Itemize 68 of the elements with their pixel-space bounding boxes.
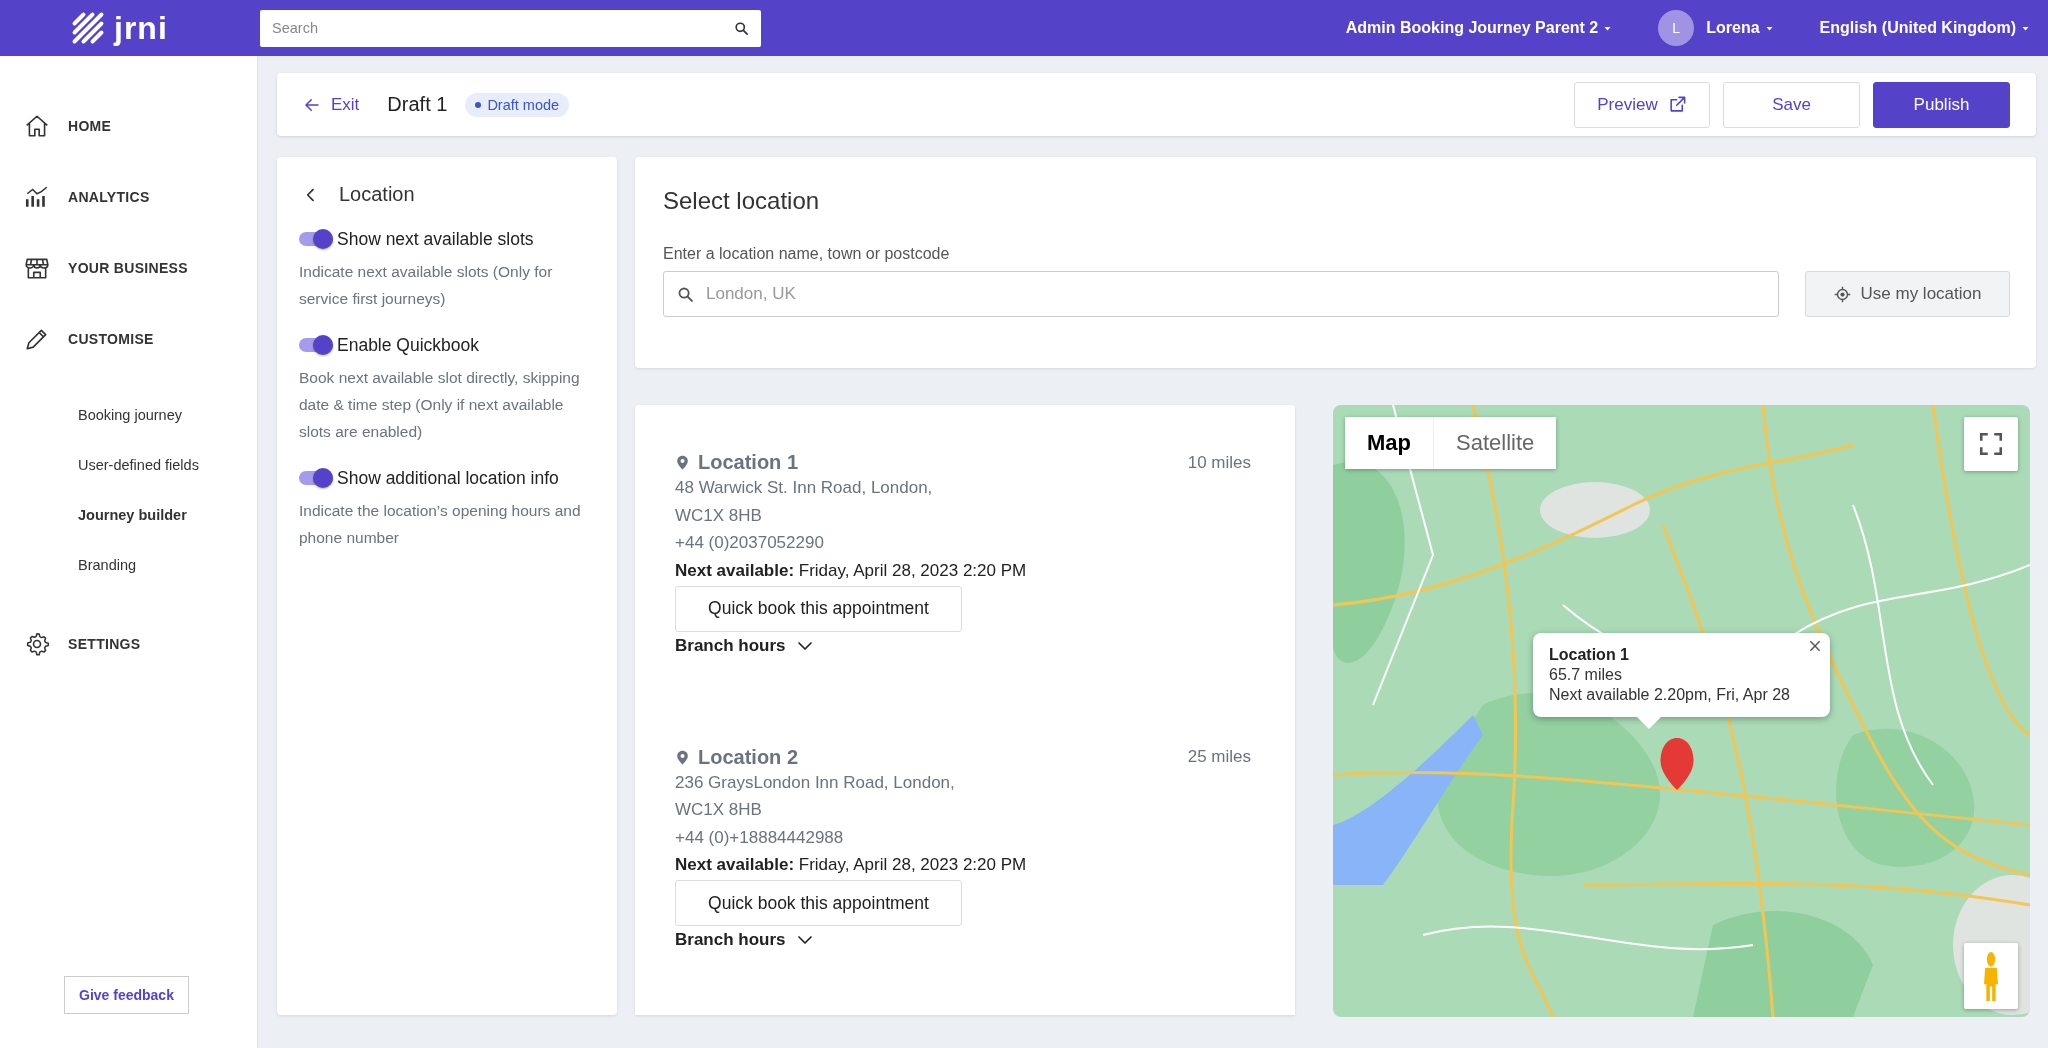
map-type-tab[interactable]: Satellite — [1433, 417, 1557, 469]
nav-subitem[interactable]: User-defined fields — [78, 440, 257, 490]
phone-number: +44 (0)2037052290 — [675, 532, 825, 554]
use-location-button[interactable]: Use my location — [1805, 271, 2010, 317]
status-badge: Draft mode — [465, 92, 570, 117]
user-dropdown[interactable]: Lorena — [1706, 19, 1774, 37]
search-field[interactable]: Search — [260, 9, 761, 47]
toggle-switch[interactable] — [299, 467, 333, 489]
search-icon — [677, 286, 694, 303]
section-title: Select location — [663, 187, 821, 215]
setting-description: Indicate the location’s opening hours and phone number — [299, 501, 582, 548]
location-name: Location 1 — [698, 451, 798, 474]
popup-distance: 65.7 miles — [1549, 665, 1623, 685]
next-available-text: Next available: Friday, April 28, 2023 2:20 PM — [675, 559, 1028, 582]
address-line: WC1X 8HB — [675, 504, 763, 527]
logo-stripes-icon — [70, 10, 106, 46]
save-button[interactable]: Save — [1723, 81, 1860, 128]
address-line: 236 GraysLondon Inn Road, London, — [675, 771, 956, 794]
external-link-icon — [1667, 95, 1687, 114]
logo-text: jrni — [114, 9, 168, 47]
popup-title: Location 1 — [1549, 645, 1630, 665]
nav-item[interactable]: YOUR BUSINESS — [68, 259, 188, 276]
map-pin-icon — [1659, 738, 1695, 790]
distance-text: 25 miles — [1187, 747, 1251, 767]
preview-button[interactable]: Preview — [1574, 81, 1710, 128]
setting-label: Enable Quickbook — [337, 334, 480, 356]
branch-hours-toggle[interactable]: Branch hours — [675, 930, 814, 950]
account-dropdown[interactable]: Admin Booking Journey Parent 2 — [1345, 19, 1613, 37]
publish-button[interactable]: Publish — [1873, 81, 2010, 128]
fullscreen-icon — [1978, 431, 2004, 457]
nav-item[interactable]: HOME — [68, 117, 112, 134]
nav-item[interactable]: SETTINGS — [68, 635, 141, 652]
setting-label: Show additional location info — [337, 467, 559, 489]
nav-subitem[interactable]: Journey builder — [78, 490, 257, 540]
feedback-button[interactable]: Give feedback — [64, 976, 189, 1014]
location-search-field[interactable]: London, UK — [663, 271, 1779, 317]
exit-link[interactable]: Exit — [303, 94, 360, 115]
map-type-tab[interactable]: Map — [1345, 417, 1433, 469]
next-available-text: Next available: Friday, April 28, 2023 2:20 PM — [675, 854, 1028, 876]
popup-next-available: Next available 2.20pm, Fri, Apr 28 — [1549, 685, 1790, 705]
fullscreen-button[interactable] — [1964, 417, 2018, 471]
close-button[interactable] — [1808, 639, 1822, 653]
quick-book-button[interactable]: Quick book this appointment — [675, 585, 962, 632]
nav-subitem[interactable]: Branding — [78, 540, 257, 590]
setting-description: Book next available slot directly, skipping date & time step (Only if next available slots are enabled) — [299, 368, 581, 442]
close-icon — [1808, 639, 1822, 653]
nav-item[interactable]: CUSTOMISE — [68, 330, 154, 347]
setting-label: Show next available slots — [337, 228, 534, 250]
address-line: 48 Warwick St. Inn Road, London, — [675, 477, 934, 499]
setting-description: Indicate next available slots (Only for service first journeys) — [299, 262, 554, 309]
toggle-switch[interactable] — [299, 334, 333, 356]
language-dropdown[interactable]: English (United Kingdom) — [1819, 19, 2030, 37]
search-icon — [734, 20, 749, 36]
distance-text: 10 miles — [1187, 452, 1251, 473]
draft-title: Draft 1 — [387, 93, 448, 116]
settings-icon — [24, 630, 50, 657]
address-line: WC1X 8HB — [675, 799, 763, 821]
crosshair-icon — [1833, 285, 1851, 303]
quick-book-button[interactable]: Quick book this appointment — [675, 880, 962, 926]
location-name: Location 2 — [698, 745, 798, 769]
field-label: Enter a location name, town or postcode — [663, 245, 951, 263]
phone-number: +44 (0)+18884442988 — [675, 826, 845, 849]
nav-item[interactable]: ANALYTICS — [68, 188, 150, 205]
nav-subitem[interactable]: Booking journey — [78, 390, 257, 440]
panel-title: Location — [339, 183, 415, 206]
toggle-switch[interactable] — [299, 228, 333, 250]
branch-hours-toggle[interactable]: Branch hours — [675, 635, 814, 656]
location-pin-icon — [675, 453, 690, 472]
